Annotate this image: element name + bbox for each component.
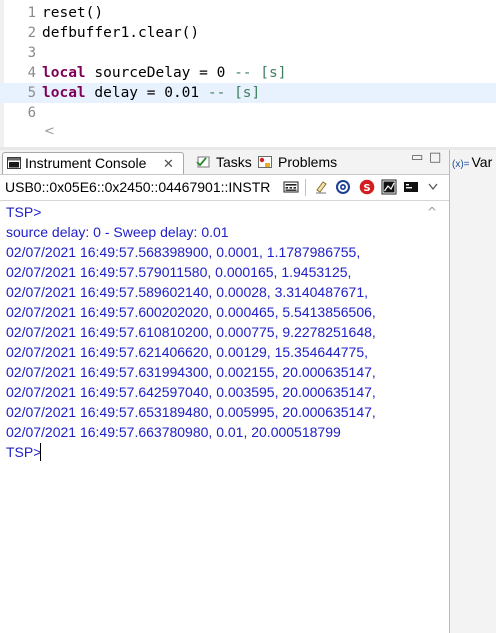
console-line: source delay: 0 - Sweep delay: 0.01 xyxy=(6,224,229,240)
console-line: 02/07/2021 16:49:57.589602140, 0.00028, … xyxy=(6,284,369,300)
console-line: 02/07/2021 16:49:57.642597040, 0.003595,… xyxy=(6,384,376,400)
chart-icon[interactable] xyxy=(381,179,397,195)
console-prompt: TSP> xyxy=(6,444,42,460)
code-line[interactable]: 4 local sourceDelay = 0 -- [s] xyxy=(0,63,496,83)
console-line: 02/07/2021 16:49:57.610810200, 0.000775,… xyxy=(6,324,376,340)
tab-label-console: Instrument Console xyxy=(25,155,147,171)
code-token: reset() xyxy=(42,5,104,21)
console-line: 02/07/2021 16:49:57.631994300, 0.002155,… xyxy=(6,364,376,380)
keyword-token: local xyxy=(42,85,86,101)
code-line[interactable]: 6 xyxy=(0,103,496,123)
eraser-icon[interactable] xyxy=(313,179,329,195)
line-number: 6 xyxy=(27,105,36,121)
console-line: 02/07/2021 16:49:57.568398900, 0.0001, 1… xyxy=(6,244,361,260)
maximize-icon[interactable]: □ xyxy=(429,150,441,165)
code-line[interactable]: 1 reset() xyxy=(0,3,496,23)
code-text: defbuffer1.clear() xyxy=(42,23,199,43)
console-line: 02/07/2021 16:49:57.653189480, 0.005995,… xyxy=(6,404,376,420)
line-number: 5 xyxy=(27,85,36,101)
problems-icon xyxy=(258,156,272,168)
target-icon[interactable] xyxy=(335,179,351,195)
text-cursor xyxy=(40,443,41,461)
svg-text:S: S xyxy=(363,183,370,194)
view-tab-bar: Instrument Console ✕ Tasks Problems xyxy=(0,150,452,175)
code-text: reset() xyxy=(42,3,103,23)
code-line[interactable]: 3 xyxy=(0,43,496,63)
line-number: 3 xyxy=(27,45,36,61)
code-line[interactable]: 5 local delay = 0.01 -- [s] xyxy=(0,83,496,103)
console-line: 02/07/2021 16:49:57.621406620, 0.00129, … xyxy=(6,344,369,360)
keypad-icon[interactable] xyxy=(283,179,299,195)
line-number: 2 xyxy=(27,25,36,41)
console-prompt: TSP> xyxy=(6,204,42,220)
close-icon[interactable]: ✕ xyxy=(163,153,174,174)
code-token: sourceDelay = 0 xyxy=(85,65,235,81)
tasks-icon xyxy=(196,156,210,168)
code-line[interactable]: 2 defbuffer1.clear() xyxy=(0,23,496,43)
tab-label-tasks: Tasks xyxy=(216,154,252,170)
scroll-left-icon[interactable]: < xyxy=(44,124,55,139)
tab-problems[interactable]: Problems xyxy=(258,152,344,173)
code-text: local sourceDelay = 0 -- [s] xyxy=(42,63,286,83)
code-text: local delay = 0.01 -- [s] xyxy=(42,83,260,103)
code-token: delay = 0.01 xyxy=(85,85,208,101)
minimize-icon[interactable]: ▭ xyxy=(411,150,423,165)
console-line: 02/07/2021 16:49:57.600202020, 0.000465,… xyxy=(6,304,376,320)
terminal-icon[interactable] xyxy=(403,179,419,195)
line-number: 4 xyxy=(27,65,36,81)
code-editor[interactable]: 1 reset() 2 defbuffer1.clear() 3 4 local sourc… xyxy=(0,0,496,150)
variables-panel xyxy=(450,150,496,633)
scroll-up-icon[interactable]: ^ xyxy=(427,205,437,219)
console-icon xyxy=(7,157,21,169)
tab-label-variables: Var xyxy=(471,154,493,170)
stop-icon[interactable]: S xyxy=(359,179,375,195)
comment-token: -- [s] xyxy=(234,65,287,81)
view-menu-icon[interactable] xyxy=(427,179,439,195)
keyword-token: local xyxy=(42,65,86,81)
toolbar-separator xyxy=(305,179,306,196)
tab-label-problems: Problems xyxy=(278,154,338,170)
console-toolbar: USB0::0x05E6::0x2450::04467901::INSTR S xyxy=(0,175,449,201)
variables-icon: (x)= xyxy=(452,159,470,170)
connection-address: USB0::0x05E6::0x2450::04467901::INSTR xyxy=(5,179,271,195)
line-number: 1 xyxy=(27,5,36,21)
code-token: defbuffer1.clear() xyxy=(42,25,200,41)
tab-instrument-console[interactable]: Instrument Console ✕ xyxy=(2,152,184,174)
tab-tasks[interactable]: Tasks xyxy=(196,152,254,173)
console-line: 02/07/2021 16:49:57.663780980, 0.01, 20.… xyxy=(6,424,341,440)
tab-variables[interactable]: (x)= Var xyxy=(452,150,496,174)
comment-token: -- [s] xyxy=(207,85,261,101)
console-line: 02/07/2021 16:49:57.579011580, 0.000165,… xyxy=(6,264,352,280)
panel-divider[interactable] xyxy=(449,150,450,633)
console-output[interactable]: TSP> source delay: 0 - Sweep delay: 0.01 0… xyxy=(0,201,449,633)
